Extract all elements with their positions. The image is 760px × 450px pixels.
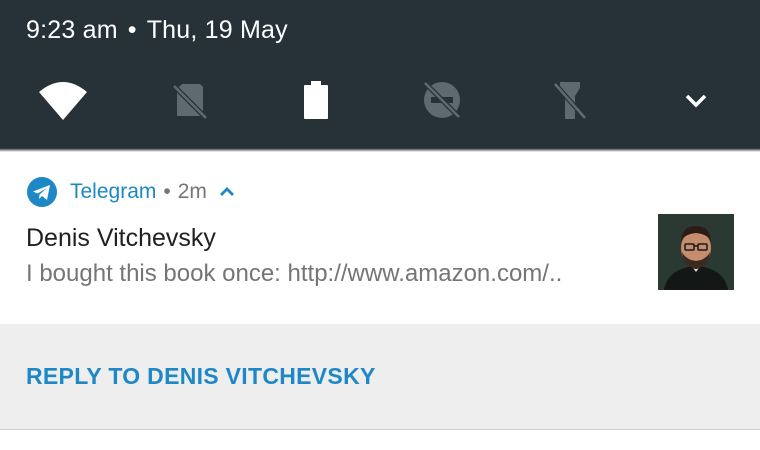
notification-actions: REPLY TO DENIS VITCHEVSKY [0, 324, 760, 429]
notification-shade: 9:23 am • Thu, 19 May [0, 0, 760, 148]
expand-button[interactable] [666, 70, 726, 130]
header-separator: • [163, 180, 171, 203]
sim-tile[interactable] [160, 70, 220, 130]
notification-header[interactable]: Telegram • 2m [26, 177, 237, 207]
telegram-notification[interactable]: Telegram • 2m Denis Vitchevsky I bought … [0, 152, 760, 324]
chevron-up-icon[interactable] [217, 184, 237, 200]
battery-tile[interactable] [286, 70, 346, 130]
divider [0, 429, 760, 430]
reply-button[interactable]: REPLY TO DENIS VITCHEVSKY [26, 363, 376, 390]
status-separator: • [127, 16, 137, 44]
avatar-photo [658, 214, 734, 290]
flashlight-tile[interactable] [540, 70, 600, 130]
telegram-icon [27, 177, 57, 207]
status-date: Thu, 19 May [146, 16, 288, 44]
wifi-tile[interactable] [33, 70, 93, 130]
battery-icon [304, 81, 328, 119]
notification-time: 2m [177, 180, 207, 203]
sim-off-icon [172, 84, 208, 120]
sender-name: Denis Vitchevsky [26, 224, 216, 252]
dnd-tile[interactable] [412, 70, 472, 130]
app-name: Telegram [70, 180, 157, 203]
avatar [658, 214, 734, 290]
message-preview: I bought this book once: http://www.amaz… [26, 260, 563, 287]
do-not-disturb-off-icon [423, 81, 461, 119]
quick-settings-row [0, 70, 760, 130]
status-datetime: 9:23 am • Thu, 19 May [26, 16, 288, 45]
flashlight-off-icon [553, 82, 587, 120]
status-time: 9:23 am [26, 16, 118, 44]
chevron-down-icon [685, 94, 707, 108]
wifi-icon [39, 82, 87, 120]
